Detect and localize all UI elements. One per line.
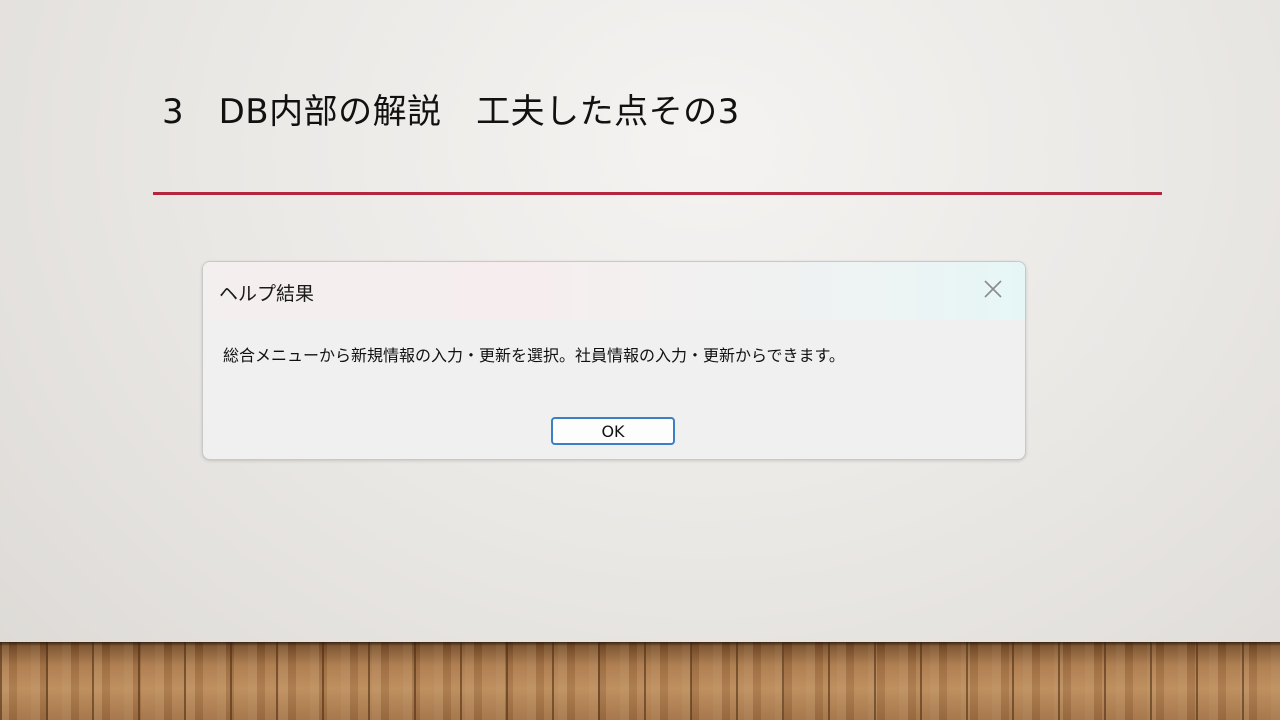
help-dialog: ヘルプ結果 総合メニューから新規情報の入力・更新を選択。社員情報の入力・更新から…	[202, 261, 1026, 460]
wooden-floor	[0, 642, 1280, 720]
ok-button[interactable]: OK	[551, 417, 675, 445]
close-icon[interactable]	[981, 277, 1005, 301]
dialog-titlebar: ヘルプ結果	[203, 262, 1025, 320]
title-underline-bar	[153, 192, 1162, 195]
slide-title: 3 DB内部の解説 工夫した点その3	[162, 92, 740, 132]
floor-shadow	[0, 642, 1280, 646]
dialog-title: ヘルプ結果	[219, 283, 315, 305]
dialog-message: 総合メニューから新規情報の入力・更新を選択。社員情報の入力・更新からできます。	[223, 346, 845, 365]
title-underline	[153, 192, 1162, 195]
slide: 3 DB内部の解説 工夫した点その3 ヘルプ結果 総合メニューから新規情報の入力…	[0, 0, 1280, 720]
